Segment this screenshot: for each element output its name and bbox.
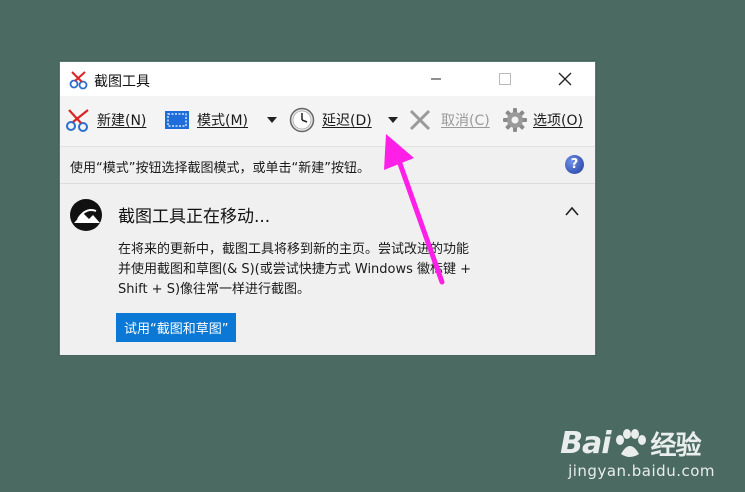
close-icon <box>558 72 572 86</box>
watermark-suffix: 经验 <box>650 431 701 461</box>
new-snip-label: 新建(N) <box>97 113 147 129</box>
baidu-jingyan-watermark: Bai 经验 jingyan.baidu.com <box>560 425 715 480</box>
watermark-brand: Bai <box>560 426 611 461</box>
clock-icon <box>289 107 315 133</box>
close-button[interactable] <box>542 62 588 96</box>
notice-body: 在将来的更新中，截图工具将移到新的主页。尝试改进的功能 并使用截图和草图(& S… <box>118 240 538 300</box>
options-button[interactable]: 选项(O) <box>502 107 583 133</box>
collapse-chevron-up-icon[interactable] <box>565 206 579 216</box>
snipping-tool-window: 截图工具 新建(N) 模式(M) 延迟(D) 取消(C) 选项(O) 使用“模式… <box>59 61 596 355</box>
info-bar: 使用“模式”按钮选择截图模式，或单击“新建”按钮。 ? <box>60 146 595 183</box>
notice-body-line: 在将来的更新中，截图工具将移到新的主页。尝试改进的功能 <box>118 242 470 257</box>
title-bar[interactable]: 截图工具 <box>60 62 595 96</box>
rectangle-mode-icon <box>165 111 189 129</box>
options-label: 选项(O) <box>533 113 583 129</box>
notice-body-line: Shift + S)像往常一样进行截图。 <box>118 282 311 297</box>
notice-title: 截图工具正在移动... <box>118 207 271 227</box>
gear-icon <box>503 108 527 132</box>
snipping-scissors-icon <box>69 71 88 90</box>
minimize-button[interactable] <box>413 62 459 96</box>
snip-sketch-logo-icon <box>70 199 102 231</box>
cancel-button[interactable]: 取消(C) <box>408 107 490 133</box>
cancel-label: 取消(C) <box>441 113 490 129</box>
help-glyph: ? <box>570 157 579 172</box>
new-snip-button[interactable]: 新建(N) <box>64 107 146 133</box>
new-snip-scissors-icon <box>66 109 89 132</box>
toolbar: 新建(N) 模式(M) 延迟(D) 取消(C) 选项(O) <box>60 96 595 146</box>
mode-dropdown-caret-icon[interactable] <box>267 117 277 123</box>
help-icon[interactable]: ? <box>565 155 584 174</box>
notice-body-line: 并使用截图和草图(& S)(或尝试快捷方式 Windows 徽标键 + <box>118 262 472 277</box>
delay-label: 延迟(D) <box>322 113 372 129</box>
moving-notice-panel: 截图工具正在移动... 在将来的更新中，截图工具将移到新的主页。尝试改进的功能 … <box>60 183 595 355</box>
delay-dropdown-caret-icon[interactable] <box>388 117 398 123</box>
paw-icon <box>616 428 647 457</box>
window-title: 截图工具 <box>94 74 150 90</box>
delay-button[interactable]: 延迟(D) <box>289 107 372 133</box>
mode-label: 模式(M) <box>197 113 249 129</box>
watermark-url: jingyan.baidu.com <box>568 462 715 480</box>
info-text: 使用“模式”按钮选择截图模式，或单击“新建”按钮。 <box>70 161 370 176</box>
try-snip-sketch-button[interactable]: 试用“截图和草图” <box>116 313 237 342</box>
mode-button[interactable]: 模式(M) <box>164 107 248 133</box>
cancel-x-icon <box>409 109 431 131</box>
maximize-button[interactable] <box>482 62 528 96</box>
minimize-icon <box>431 78 441 80</box>
maximize-icon <box>499 73 511 85</box>
